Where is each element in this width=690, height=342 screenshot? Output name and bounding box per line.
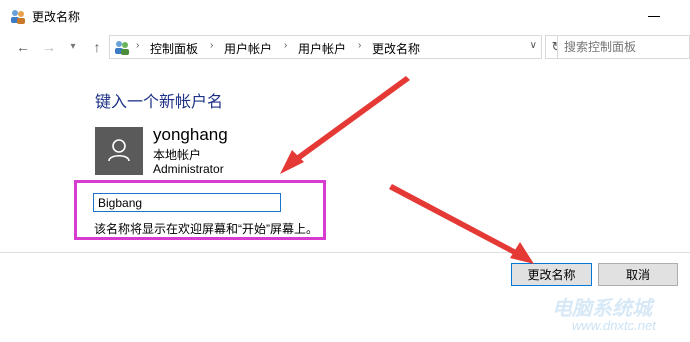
window-title: 更改名称 <box>32 10 81 24</box>
chevron-down-icon[interactable]: ▾ <box>64 38 82 56</box>
watermark-url: www.dnxtc.net <box>572 318 656 333</box>
change-name-button[interactable]: 更改名称 <box>511 263 592 286</box>
control-panel-icon <box>115 41 129 55</box>
title-bar: 更改名称 <box>0 0 690 32</box>
search-input[interactable] <box>557 35 690 59</box>
breadcrumb-item[interactable]: 控制面板 <box>150 40 198 57</box>
page-heading: 键入一个新帐户名 <box>95 94 224 111</box>
users-icon <box>11 10 25 24</box>
user-icon <box>108 139 130 162</box>
breadcrumb-separator-icon: › <box>358 40 362 51</box>
navigation-bar: ← → ▾ ↑ › 控制面板 › 用户帐户 › 用户帐户 › 更改名称 ∨ ↻ <box>0 32 690 62</box>
arrow-up-icon[interactable]: ↑ <box>88 38 106 56</box>
breadcrumb-separator-icon: › <box>136 40 140 51</box>
user-name: yonghang <box>153 125 228 144</box>
divider <box>0 252 690 253</box>
cancel-button[interactable]: 取消 <box>598 263 678 286</box>
minimize-icon[interactable] <box>648 16 660 17</box>
new-name-input[interactable] <box>93 193 281 212</box>
avatar <box>95 127 143 175</box>
breadcrumb-item[interactable]: 用户帐户 <box>224 40 272 57</box>
breadcrumb-item[interactable]: 更改名称 <box>372 40 420 57</box>
chevron-down-icon[interactable]: ∨ <box>530 40 537 51</box>
breadcrumb-separator-icon: › <box>210 40 214 51</box>
breadcrumb-item[interactable]: 用户帐户 <box>298 40 346 57</box>
arrow-left-icon[interactable]: ← <box>14 38 32 56</box>
address-bar[interactable]: › 控制面板 › 用户帐户 › 用户帐户 › 更改名称 ∨ <box>109 35 542 59</box>
breadcrumb-separator-icon: › <box>284 40 288 51</box>
name-hint: 该名称将显示在欢迎屏幕和“开始”屏幕上。 <box>94 222 318 236</box>
annotation-arrow <box>280 76 410 174</box>
account-type: 本地帐户 <box>153 148 202 162</box>
watermark-logo: 电脑系统城 <box>552 298 652 320</box>
account-role: Administrator <box>153 162 224 176</box>
arrow-right-icon[interactable]: → <box>40 38 58 56</box>
